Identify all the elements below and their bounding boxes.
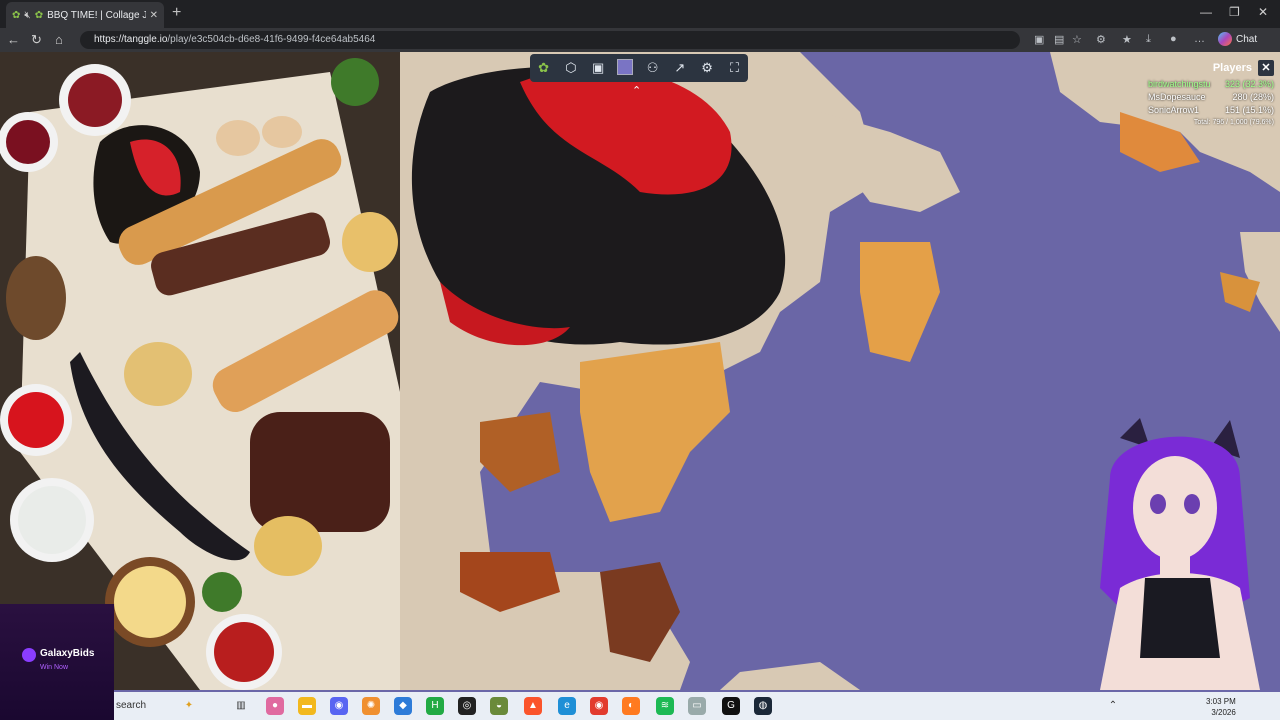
galaxy-icon — [22, 648, 36, 662]
clock-time: 3:03 PM — [1206, 697, 1236, 706]
download-icon[interactable]: ⤓ — [1146, 33, 1151, 46]
player-score: 323 (32.3%) — [1224, 79, 1274, 89]
total-progress: Total: 796 / 1,000 (79.6%) — [1193, 119, 1274, 126]
url-host: https://tanggle.io — [94, 34, 168, 45]
share-icon[interactable]: ↗ — [669, 60, 691, 76]
split-icon[interactable]: ▣ — [1034, 33, 1044, 46]
profile-icon[interactable]: ● — [1170, 33, 1177, 45]
app-icon[interactable]: ▭ — [688, 697, 706, 715]
players-icon[interactable]: ⚇ — [642, 60, 664, 76]
copilot-icon — [1218, 32, 1232, 46]
player-name: birdwatchingstu — [1148, 79, 1211, 89]
restore-icon[interactable]: ❐ — [1229, 5, 1240, 19]
puzzle-icon: ✿ — [12, 9, 21, 21]
app-icon[interactable]: ◒ — [490, 697, 508, 715]
favicon-icon: ✿ — [34, 9, 44, 21]
tab-title: BBQ TIME! | Collage Jigsaw — [47, 9, 146, 21]
player-row: SonicArrow1 151 (15.1%) — [1148, 105, 1274, 115]
player-name: SonicArrow1 — [1148, 105, 1200, 115]
vtuber-avatar — [1100, 418, 1260, 690]
app-icon[interactable]: ◆ — [394, 697, 412, 715]
game-toolbar: ✿ ⬡ ▣ ⚇ ↗ ⚙ ⛶ — [530, 54, 748, 82]
back-icon[interactable]: ← — [7, 32, 20, 47]
address-bar-row: ← ↻ ⌂ https://tanggle.io/play/e3c504cb-d… — [0, 28, 1280, 52]
refresh-icon[interactable]: ↻ — [31, 32, 42, 48]
new-tab-icon[interactable]: + — [172, 4, 181, 22]
game-canvas[interactable]: ✿ ⬡ ▣ ⚇ ↗ ⚙ ⛶ ⌃ Players ✕ birdwatchingst… — [0, 52, 1280, 690]
spotify-icon[interactable]: ≋ — [656, 697, 674, 715]
chat-button[interactable]: Chat — [1218, 32, 1257, 46]
copilot-app-icon[interactable]: ● — [266, 697, 284, 715]
file-explorer-icon[interactable]: ▬ — [298, 697, 316, 715]
mute-icon[interactable]: 🔇︎ — [24, 10, 30, 21]
clock[interactable]: 3:03 PM 3/2026 — [1206, 696, 1236, 718]
player-score: 151 (15.1%) — [1224, 105, 1274, 115]
ad-cta: Win Now — [40, 664, 69, 671]
close-tab-icon[interactable]: ✕ — [150, 10, 158, 21]
obs-icon[interactable]: ◎ — [458, 697, 476, 715]
taskbar: search ✦ ▥ ● ▬ ◉ ✺ ◆ H ◎ ◒ ▲ e ◉ ◐ ≋ ▭ G… — [114, 692, 1280, 720]
chrome-icon[interactable]: ◉ — [590, 697, 608, 715]
app-icon[interactable]: ✺ — [362, 697, 380, 715]
taskbar-search[interactable]: search — [114, 695, 220, 717]
tab-bar: ✿ 🔇︎ ✿ BBQ TIME! | Collage Jigsaw ✕ + — … — [0, 0, 1280, 28]
url-field[interactable]: https://tanggle.io/play/e3c504cb-d6e8-41… — [80, 31, 1020, 49]
sponsor-ad[interactable]: GalaxyBids Win Now — [0, 604, 114, 720]
players-panel: Players ✕ birdwatchingstu 323 (32.3%) Ms… — [1148, 60, 1274, 126]
collapse-toolbar-icon[interactable]: ⌃ — [632, 84, 641, 97]
favorite-icon[interactable]: ☆ — [1072, 33, 1082, 46]
more-icon[interactable]: … — [1194, 33, 1205, 45]
firefox-icon[interactable]: ◐ — [622, 697, 640, 715]
brave-icon[interactable]: ▲ — [524, 697, 542, 715]
reference-image — [0, 52, 400, 690]
reference-photo — [0, 52, 400, 690]
extensions-icon[interactable]: ⚙ — [1096, 33, 1106, 46]
ad-brand: GalaxyBids — [40, 648, 95, 659]
player-row: birdwatchingstu 323 (32.3%) — [1148, 79, 1274, 89]
minimize-icon[interactable]: — — [1200, 5, 1212, 19]
task-view-icon[interactable]: ▥ — [232, 697, 250, 715]
app-icon[interactable]: G — [722, 697, 740, 715]
app-icon[interactable]: H — [426, 697, 444, 715]
background-color-swatch[interactable] — [614, 58, 636, 78]
tray-chevron-icon[interactable]: ⌃ — [1104, 697, 1122, 715]
url-path: /play/e3c504cb-d6e8-41f6-9499-f4ce64ab54… — [167, 34, 376, 45]
preview-image-icon[interactable]: ▣ — [587, 60, 609, 76]
browser-tab[interactable]: ✿ 🔇︎ ✿ BBQ TIME! | Collage Jigsaw ✕ — [6, 2, 164, 28]
sparkle-icon[interactable]: ✦ — [180, 697, 198, 715]
player-score: 280 (28%) — [1232, 92, 1274, 102]
home-icon[interactable]: ⌂ — [55, 32, 63, 47]
close-players-icon[interactable]: ✕ — [1258, 60, 1274, 76]
player-row: MsDopesauce 280 (28%) — [1148, 92, 1274, 102]
settings-icon[interactable]: ⚙ — [696, 60, 718, 76]
player-name: MsDopesauce — [1148, 92, 1206, 102]
discord-icon[interactable]: ◉ — [330, 697, 348, 715]
steam-icon[interactable]: ◍ — [754, 697, 772, 715]
puzzle-logo-icon[interactable]: ✿ — [533, 60, 555, 76]
favorites-icon[interactable]: ★ — [1122, 33, 1132, 46]
close-window-icon[interactable]: ✕ — [1258, 5, 1268, 19]
reader-icon[interactable]: ▤ — [1054, 33, 1064, 46]
piece-shape-icon[interactable]: ⬡ — [560, 60, 582, 76]
edge-icon[interactable]: e — [558, 697, 576, 715]
fullscreen-icon[interactable]: ⛶ — [723, 60, 745, 76]
chat-label: Chat — [1236, 33, 1258, 45]
clock-date: 3/2026 — [1211, 708, 1236, 717]
players-title: Players — [1212, 62, 1252, 74]
